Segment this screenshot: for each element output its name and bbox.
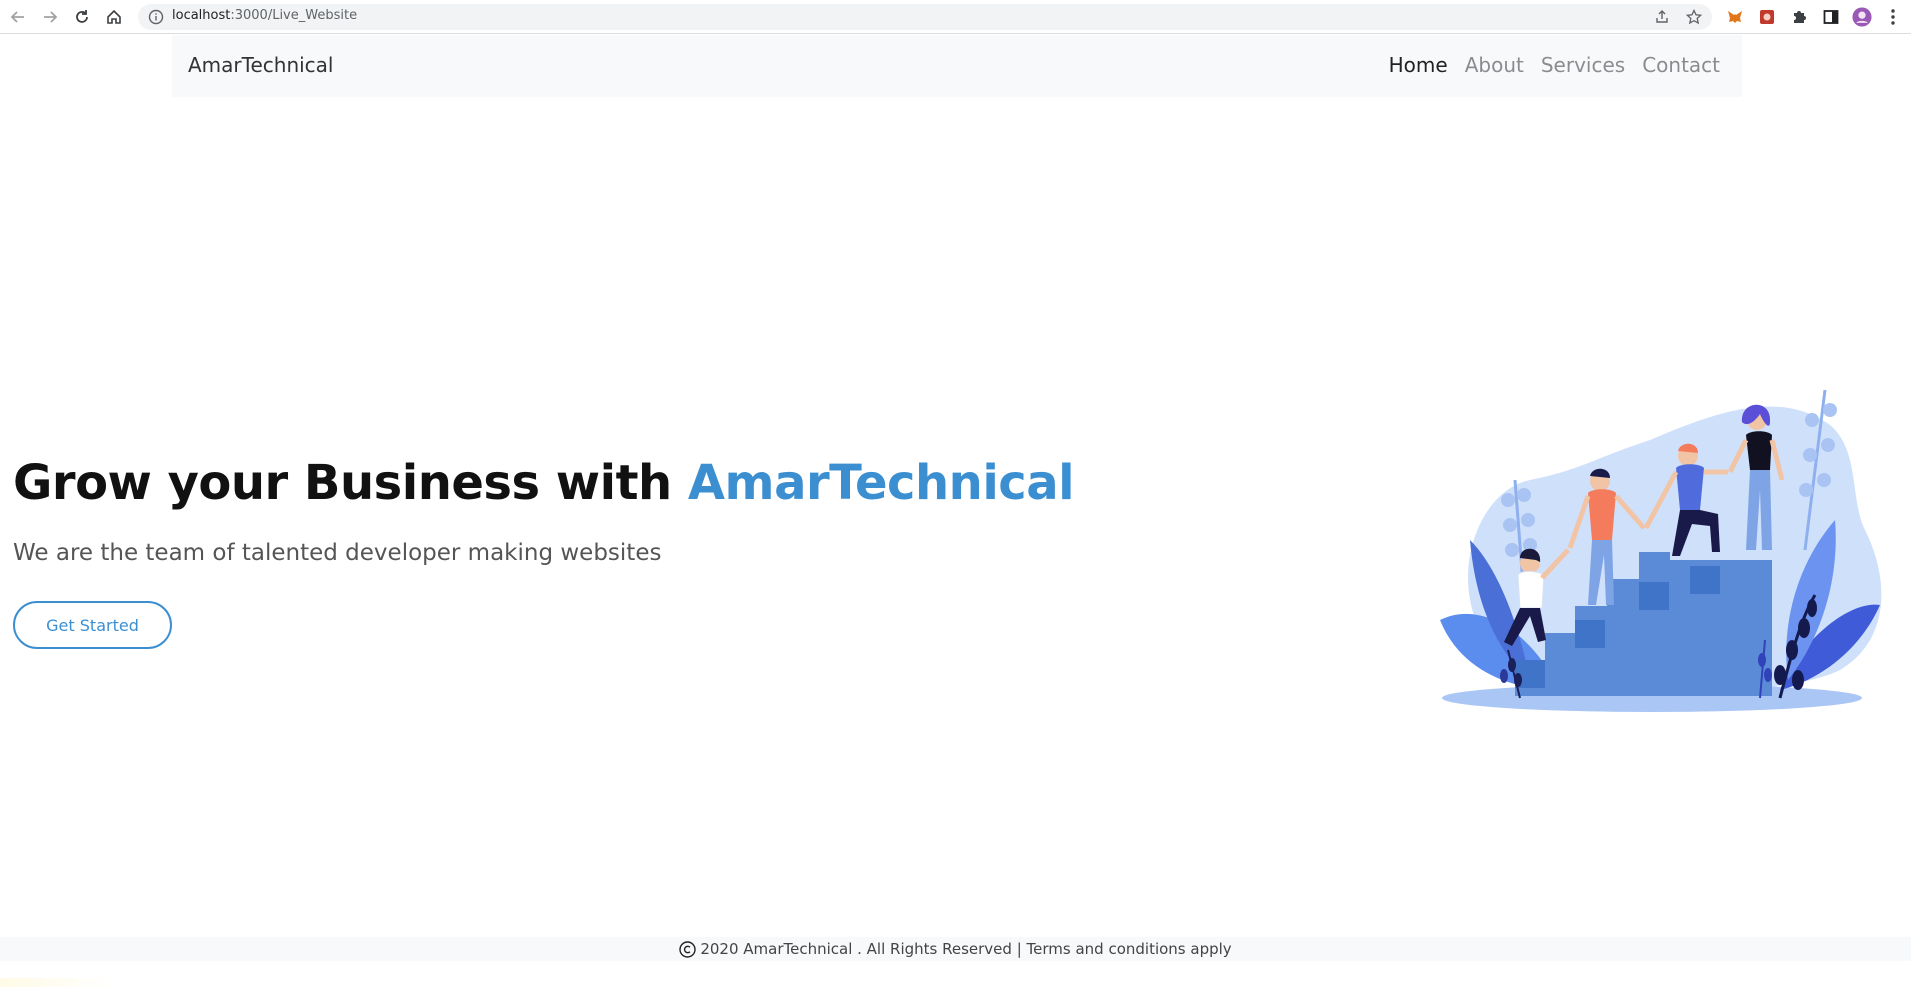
copyright-icon <box>679 940 697 958</box>
profile-avatar-icon[interactable] <box>1852 7 1872 27</box>
hero-subtitle: We are the team of talented developer ma… <box>13 540 662 566</box>
nav-links: Home About Services Contact <box>1389 53 1720 77</box>
page-corner-fade <box>0 978 116 987</box>
get-started-button[interactable]: Get Started <box>13 601 172 649</box>
extension-icon[interactable] <box>1757 7 1777 27</box>
puzzle-icon[interactable] <box>1789 7 1809 27</box>
site-navbar: AmarTechnical Home About Services Contac… <box>172 35 1742 97</box>
browser-toolbar: localhost:3000/Live_Website <box>0 0 1911 34</box>
footer-text: 2020 AmarTechnical . All Rights Reserved… <box>700 940 1232 958</box>
back-icon[interactable] <box>6 5 30 29</box>
address-bar[interactable]: localhost:3000/Live_Website <box>138 4 1712 30</box>
hero-title-prefix: Grow your Business with <box>13 455 688 511</box>
menu-dots-icon[interactable] <box>1883 7 1903 27</box>
hero-title: Grow your Business with AmarTechnical <box>13 455 1075 511</box>
hero-title-brand: AmarTechnical <box>687 455 1075 511</box>
team-climbing-stairs-illustration <box>1420 380 1890 720</box>
side-panel-icon[interactable] <box>1821 7 1841 27</box>
nav-link-about[interactable]: About <box>1465 53 1524 77</box>
forward-icon[interactable] <box>38 5 62 29</box>
nav-link-contact[interactable]: Contact <box>1642 53 1720 77</box>
url-host: localhost <box>172 8 231 23</box>
reload-icon[interactable] <box>70 5 94 29</box>
navbar-brand[interactable]: AmarTechnical <box>188 53 333 77</box>
share-icon[interactable] <box>1654 9 1670 25</box>
nav-link-services[interactable]: Services <box>1541 53 1625 77</box>
star-icon[interactable] <box>1685 8 1703 25</box>
metamask-extension-icon[interactable] <box>1725 7 1745 27</box>
site-footer: 2020 AmarTechnical . All Rights Reserved… <box>0 937 1911 961</box>
url-text[interactable]: localhost:3000/Live_Website <box>172 8 357 23</box>
home-icon[interactable] <box>102 5 126 29</box>
info-icon[interactable] <box>148 9 164 25</box>
nav-link-home[interactable]: Home <box>1389 53 1448 77</box>
url-path: :3000/Live_Website <box>230 8 358 23</box>
